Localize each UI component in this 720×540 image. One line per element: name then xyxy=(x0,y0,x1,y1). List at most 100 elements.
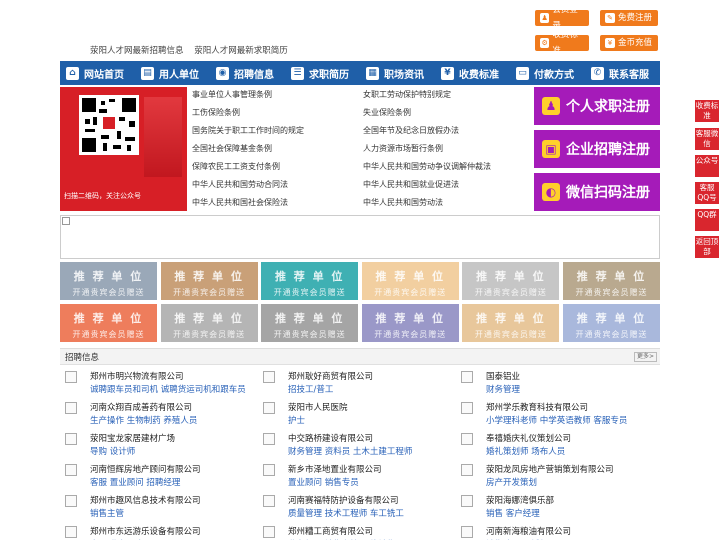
job-item[interactable]: 荥阳宝龙家居建材广场 导购 设计师 xyxy=(65,432,260,462)
job-item[interactable]: 荥阳海娜湾俱乐部 销售 客户经理 xyxy=(461,494,656,524)
company-name[interactable]: 奉禧婚庆礼仪策划公司 xyxy=(486,432,571,444)
law-link[interactable]: 失业保险条例 xyxy=(363,107,491,125)
company-name[interactable]: 郑州市趣风信息技术有限公司 xyxy=(90,494,201,506)
float-wechat-button[interactable]: 客服微信 xyxy=(695,128,719,150)
job-item[interactable]: 新乡市泽地置业有限公司 置业顾问 销售专员 xyxy=(263,463,458,493)
law-link[interactable]: 事业单位人事管理条例 xyxy=(192,89,304,107)
nav-contact[interactable]: ✆ 联系客服 xyxy=(585,61,660,85)
nav-jobs[interactable]: ◉ 招聘信息 xyxy=(210,61,285,85)
job-positions[interactable]: 房产开发策划 xyxy=(486,476,537,488)
recommended-unit-tile[interactable]: 推 荐 单 位开通贵宾会员赠送 xyxy=(462,304,560,342)
company-name[interactable]: 荥阳龙凤房地产营销策划有限公司 xyxy=(486,463,614,475)
nav-resumes[interactable]: ☰ 求职简历 xyxy=(285,61,360,85)
job-positions[interactable]: 客服 置业顾问 招聘经理 xyxy=(90,476,180,488)
latest-resumes-link[interactable]: 荥阳人才网最新求职简历 xyxy=(194,46,288,56)
recommended-unit-tile[interactable]: 推 荐 单 位开通贵宾会员赠送 xyxy=(563,304,660,342)
recommended-unit-tile[interactable]: 推 荐 单 位开通贵宾会员赠送 xyxy=(60,304,157,342)
recommended-unit-tile[interactable]: 推 荐 单 位开通贵宾会员赠送 xyxy=(361,304,459,342)
recommended-unit-tile[interactable]: 推 荐 单 位开通贵宾会员赠送 xyxy=(60,262,157,300)
law-link[interactable]: 工伤保险条例 xyxy=(192,107,304,125)
more-jobs-link[interactable]: 更多> xyxy=(634,352,658,362)
coin-recharge-button[interactable]: ¥ 金币充值 xyxy=(600,35,658,51)
float-qqgroup-button[interactable]: QQ群 xyxy=(695,209,719,231)
law-link[interactable]: 保障农民工工资支付条例 xyxy=(192,161,304,179)
company-name[interactable]: 郑州学乐教育科技有限公司 xyxy=(486,401,588,413)
law-link[interactable]: 女职工劳动保护特别规定 xyxy=(363,89,491,107)
job-item[interactable]: 国泰铝业 财务管理 xyxy=(461,370,656,400)
job-positions[interactable]: 诚聘跟车员和司机 诚聘货运司机和跟车员 xyxy=(90,383,246,395)
job-item[interactable]: 郑州市东远游乐设备有限公司电工 业务员 焊工 xyxy=(65,525,260,540)
company-name[interactable]: 郑州市东远游乐设备有限公司 xyxy=(90,525,201,537)
recommended-unit-tile[interactable]: 推 荐 单 位开通贵宾会员赠送 xyxy=(261,262,359,300)
member-login-button[interactable]: ♟ 会员登录 xyxy=(535,5,589,31)
float-qq-button[interactable]: 客服QQ号 xyxy=(695,182,719,204)
law-link[interactable]: 全国社会保障基金条例 xyxy=(192,143,304,161)
company-name[interactable]: 郑州糟工商贸有限公司 xyxy=(288,525,373,537)
job-positions[interactable]: 销售主管 xyxy=(90,507,124,519)
job-positions[interactable]: 销售 客户经理 xyxy=(486,507,540,519)
nav-news[interactable]: ▦ 职场资讯 xyxy=(360,61,435,85)
wechat-register-button[interactable]: ◐ 微信扫码注册 xyxy=(534,173,660,211)
personal-register-button[interactable]: ♟ 个人求职注册 xyxy=(534,87,660,125)
law-link[interactable]: 全国年节及纪念日放假办法 xyxy=(363,125,491,143)
law-link[interactable]: 国务院关于职工工作时间的规定 xyxy=(192,125,304,143)
job-item[interactable]: 河南恒辉房地产顾问有限公司 客服 置业顾问 招聘经理 xyxy=(65,463,260,493)
company-name[interactable]: 荥阳海娜湾俱乐部 xyxy=(486,494,554,506)
job-item[interactable]: 河南新海粮油有限公司销售助理 区域经理 xyxy=(461,525,656,540)
company-name[interactable]: 河南赛福特防护设备有限公司 xyxy=(288,494,399,506)
recommended-unit-tile[interactable]: 推 荐 单 位开通贵宾会员赠送 xyxy=(462,262,560,300)
job-item[interactable]: 河南众翔百成善药有限公司 生产操作 生物制药 养殖人员 xyxy=(65,401,260,431)
law-link[interactable]: 中华人民共和国劳动合同法 xyxy=(192,179,304,197)
recommended-unit-tile[interactable]: 推 荐 单 位开通贵宾会员赠送 xyxy=(160,262,258,300)
job-item[interactable]: 奉禧婚庆礼仪策划公司 婚礼策划师 场布人员 xyxy=(461,432,656,462)
float-official-button[interactable]: 公众号 xyxy=(695,155,719,177)
recommended-unit-tile[interactable]: 推 荐 单 位开通贵宾会员赠送 xyxy=(261,304,359,342)
company-name[interactable]: 国泰铝业 xyxy=(486,370,520,382)
job-item[interactable]: 中交路桥建设有限公司 财务管理 资料员 土木土建工程师 xyxy=(263,432,458,462)
law-link[interactable]: 中华人民共和国社会保险法 xyxy=(192,197,304,215)
law-link[interactable]: 中华人民共和国就业促进法 xyxy=(363,179,491,197)
company-name[interactable]: 荥阳宝龙家居建材广场 xyxy=(90,432,175,444)
job-positions[interactable]: 置业顾问 销售专员 xyxy=(288,476,359,488)
fee-standard-button[interactable]: ⚙ 收费标准 xyxy=(535,30,589,56)
recommended-unit-tile[interactable]: 推 荐 单 位开通贵宾会员赠送 xyxy=(361,262,459,300)
job-item[interactable]: 郑州耿好商贸有限公司 招技工/普工 xyxy=(263,370,458,400)
company-name[interactable]: 荥阳市人民医院 xyxy=(288,401,348,413)
job-positions[interactable]: 小学理科老师 中学英语教师 客服专员 xyxy=(486,414,627,426)
law-link[interactable]: 中华人民共和国劳动争议调解仲裁法 xyxy=(363,161,491,179)
job-positions[interactable]: 导购 设计师 xyxy=(90,445,135,457)
law-link[interactable]: 中华人民共和国劳动法 xyxy=(363,197,491,215)
job-item[interactable]: 荥阳市人民医院 护士 xyxy=(263,401,458,431)
company-name[interactable]: 新乡市泽地置业有限公司 xyxy=(288,463,382,475)
job-item[interactable]: 荥阳龙凤房地产营销策划有限公司 房产开发策划 xyxy=(461,463,656,493)
job-item[interactable]: 郑州学乐教育科技有限公司 小学理科老师 中学英语教师 客服专员 xyxy=(461,401,656,431)
free-register-button[interactable]: ✎ 免费注册 xyxy=(600,10,658,26)
company-name[interactable]: 河南新海粮油有限公司 xyxy=(486,525,571,537)
job-positions[interactable]: 财务管理 资料员 土木土建工程师 xyxy=(288,445,412,457)
company-name[interactable]: 河南众翔百成善药有限公司 xyxy=(90,401,192,413)
job-positions[interactable]: 质量管理 技术工程师 车工铣工 xyxy=(288,507,404,519)
job-positions[interactable]: 生产操作 生物制药 养殖人员 xyxy=(90,414,197,426)
job-item[interactable]: 郑州市趣风信息技术有限公司 销售主管 xyxy=(65,494,260,524)
company-name[interactable]: 河南恒辉房地产顾问有限公司 xyxy=(90,463,201,475)
company-name[interactable]: 郑州耿好商贸有限公司 xyxy=(288,370,373,382)
job-positions[interactable]: 护士 xyxy=(288,414,305,426)
nav-payment[interactable]: ▭ 付款方式 xyxy=(510,61,585,85)
company-name[interactable]: 郑州市明兴物流有限公司 xyxy=(90,370,184,382)
job-item[interactable]: 河南赛福特防护设备有限公司 质量管理 技术工程师 车工铣工 xyxy=(263,494,458,524)
recommended-unit-tile[interactable]: 推 荐 单 位开通贵宾会员赠送 xyxy=(160,304,258,342)
job-item[interactable]: 郑州市明兴物流有限公司 诚聘跟车员和司机 诚聘货运司机和跟车员 xyxy=(65,370,260,400)
nav-fees[interactable]: ¥ 收费标准 xyxy=(435,61,510,85)
nav-employers[interactable]: ▤ 用人单位 xyxy=(135,61,210,85)
float-top-button[interactable]: 返回顶部 xyxy=(695,236,719,258)
job-positions[interactable]: 婚礼策划师 场布人员 xyxy=(486,445,565,457)
float-fee-button[interactable]: 收费标准 xyxy=(695,100,719,122)
nav-home[interactable]: ⌂ 网站首页 xyxy=(60,61,135,85)
job-positions[interactable]: 招技工/普工 xyxy=(288,383,333,395)
company-register-button[interactable]: ▣ 企业招聘注册 xyxy=(534,130,660,168)
job-positions[interactable]: 财务管理 xyxy=(486,383,520,395)
law-link[interactable]: 人力资源市场暂行条例 xyxy=(363,143,491,161)
company-name[interactable]: 中交路桥建设有限公司 xyxy=(288,432,373,444)
ad-banner-placeholder[interactable] xyxy=(60,215,660,259)
recommended-unit-tile[interactable]: 推 荐 单 位开通贵宾会员赠送 xyxy=(563,262,660,300)
